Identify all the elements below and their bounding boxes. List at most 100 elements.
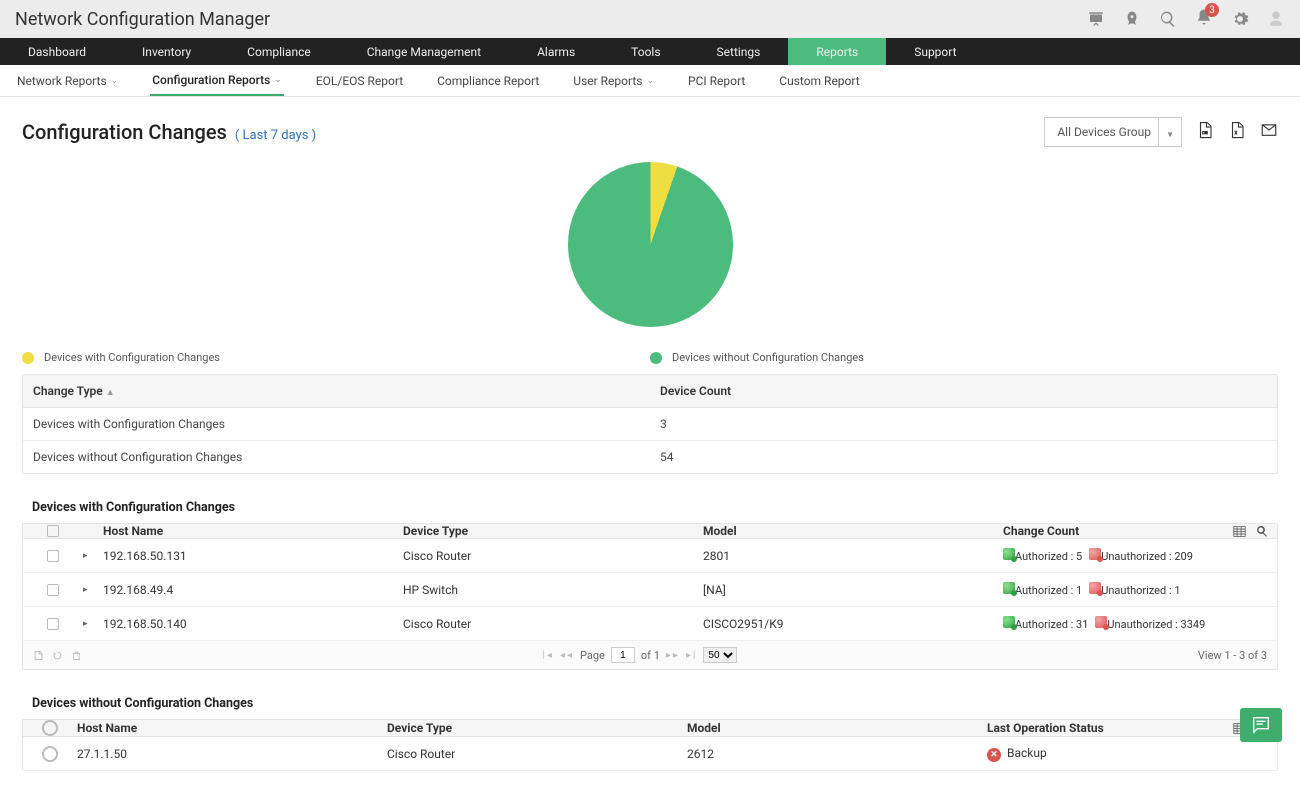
subnav-compliance-report[interactable]: Compliance Report (435, 65, 541, 96)
content: Configuration Changes ( Last 7 days ) Al… (0, 97, 1300, 791)
cell-hostname: 27.1.1.50 (77, 747, 387, 761)
legend-item: Devices without Configuration Changes (650, 351, 864, 364)
export-xls-icon[interactable] (1228, 121, 1246, 139)
devices-without-table: Host Name Device Type Model Last Operati… (22, 719, 1278, 771)
unauthorized-label: Unauthorized : 3349 (1107, 618, 1205, 631)
cell-device-type: Cisco Router (403, 549, 703, 563)
presentation-icon[interactable] (1087, 10, 1105, 28)
unauthorized-icon (1089, 548, 1101, 560)
unauthorized-label: Unauthorized : 1 (1101, 584, 1180, 597)
col-model[interactable]: Model (703, 524, 1003, 538)
pager-center: |◂ ◂◂ Page of 1 ▸▸ ▸| 50 (542, 647, 737, 663)
authorized-icon (1003, 582, 1015, 594)
header-toolbar: 3 (1087, 8, 1285, 30)
nav-compliance[interactable]: Compliance (219, 38, 339, 65)
subnav-eol-eos-report[interactable]: EOL/EOS Report (314, 65, 405, 96)
rocket-icon[interactable] (1123, 10, 1141, 28)
pager-of-label: of 1 (641, 649, 660, 662)
pager-last-icon[interactable]: ▸| (686, 650, 697, 661)
expand-icon[interactable]: ▸ (83, 585, 103, 595)
expand-icon[interactable]: ▸ (83, 619, 103, 629)
col-device-type[interactable]: Device Type (403, 524, 703, 538)
nav-settings[interactable]: Settings (689, 38, 789, 65)
nav-dashboard[interactable]: Dashboard (0, 38, 114, 65)
col-change-type[interactable]: Change Type (33, 384, 103, 398)
device-group-label: All Devices Group (1057, 125, 1151, 139)
section-without-changes-title: Devices without Configuration Changes (22, 688, 1278, 719)
page-title-text: Configuration Changes (22, 120, 227, 144)
columns-icon[interactable] (1233, 525, 1246, 538)
pie-chart (22, 162, 1278, 327)
subnav-custom-report[interactable]: Custom Report (777, 65, 861, 96)
pie-chart-graphic (568, 162, 733, 327)
subnav-network-reports[interactable]: Network Reports⌄ (15, 65, 120, 96)
col-hostname[interactable]: Host Name (77, 721, 387, 735)
row-checkbox[interactable] (47, 550, 59, 562)
row-checkbox[interactable] (47, 584, 59, 596)
pager: |◂ ◂◂ Page of 1 ▸▸ ▸| 50 View 1 - 3 of 3 (23, 641, 1277, 669)
pager-prev-icon[interactable]: ◂◂ (560, 650, 574, 661)
summary-row: Devices without Configuration Changes54 (23, 441, 1277, 473)
chat-button[interactable] (1240, 708, 1282, 742)
email-icon[interactable] (1260, 121, 1278, 139)
page-title: Configuration Changes ( Last 7 days ) (22, 120, 316, 144)
device-row[interactable]: 27.1.1.50 Cisco Router 2612 ✕Backup (23, 737, 1277, 771)
device-row[interactable]: ▸ 192.168.49.4 HP Switch [NA] Authorized… (23, 573, 1277, 607)
chart-legend: Devices with Configuration ChangesDevice… (22, 347, 1278, 374)
cell-hostname: 192.168.49.4 (103, 583, 403, 597)
search-icon[interactable] (1256, 525, 1269, 538)
delete-small-icon[interactable] (71, 650, 82, 661)
authorized-icon (1003, 548, 1015, 560)
device-row[interactable]: ▸ 192.168.50.131 Cisco Router 2801 Autho… (23, 539, 1277, 573)
select-all-checkbox[interactable] (47, 525, 59, 537)
export-small-icon[interactable] (33, 650, 44, 661)
user-icon[interactable] (1267, 10, 1285, 28)
col-model[interactable]: Model (687, 721, 987, 735)
col-device-type[interactable]: Device Type (387, 721, 687, 735)
nav-reports[interactable]: Reports (788, 38, 886, 65)
cell-change-count: Authorized : 31 Unauthorized : 3349 (1003, 616, 1277, 631)
section-with-changes-title: Devices with Configuration Changes (22, 492, 1278, 523)
authorized-icon (1003, 616, 1015, 628)
nav-support[interactable]: Support (886, 38, 984, 65)
main-nav: DashboardInventoryComplianceChange Manag… (0, 38, 1300, 65)
export-pdf-icon[interactable] (1196, 121, 1214, 139)
subnav-configuration-reports[interactable]: Configuration Reports⌄ (150, 65, 284, 96)
unauthorized-label: Unauthorized : 209 (1101, 550, 1193, 563)
gear-icon[interactable] (1231, 10, 1249, 28)
notifications-button[interactable]: 3 (1195, 8, 1213, 30)
nav-change-management[interactable]: Change Management (339, 38, 509, 65)
nav-inventory[interactable]: Inventory (114, 38, 219, 65)
col-device-count[interactable]: Device Count (650, 375, 1277, 407)
col-hostname[interactable]: Host Name (103, 524, 403, 538)
chevron-down-icon: ⌄ (111, 76, 119, 86)
app-header: Network Configuration Manager 3 (0, 0, 1300, 38)
subnav-pci-report[interactable]: PCI Report (686, 65, 747, 96)
subnav-user-reports[interactable]: User Reports⌄ (571, 65, 656, 96)
chevron-down-icon: ⌄ (646, 76, 654, 86)
row-checkbox[interactable] (47, 618, 59, 630)
title-row: Configuration Changes ( Last 7 days ) Al… (22, 117, 1278, 147)
expand-icon[interactable]: ▸ (83, 551, 103, 561)
nav-tools[interactable]: Tools (603, 38, 688, 65)
authorized-label: Authorized : 31 (1015, 618, 1088, 631)
pager-next-icon[interactable]: ▸▸ (666, 650, 680, 661)
title-actions: All Devices Group ▼ (1044, 117, 1278, 147)
legend-dot-icon (650, 352, 662, 364)
device-row[interactable]: ▸ 192.168.50.140 Cisco Router CISCO2951/… (23, 607, 1277, 641)
devices-with-header: Host Name Device Type Model Change Count (23, 524, 1277, 539)
pager-first-icon[interactable]: |◂ (542, 650, 553, 661)
legend-item: Devices with Configuration Changes (22, 351, 650, 364)
refresh-small-icon[interactable] (52, 650, 63, 661)
pager-page-input[interactable] (611, 647, 635, 663)
legend-dot-icon (22, 352, 34, 364)
cell-device-type: HP Switch (403, 583, 703, 597)
select-all-radio[interactable] (42, 720, 58, 736)
cell-model: 2612 (687, 747, 987, 761)
cell-hostname: 192.168.50.131 (103, 549, 403, 563)
device-group-select[interactable]: All Devices Group ▼ (1044, 117, 1182, 147)
pager-size-select[interactable]: 50 (703, 647, 737, 663)
nav-alarms[interactable]: Alarms (509, 38, 603, 65)
search-icon[interactable] (1159, 10, 1177, 28)
row-radio[interactable] (42, 746, 58, 762)
